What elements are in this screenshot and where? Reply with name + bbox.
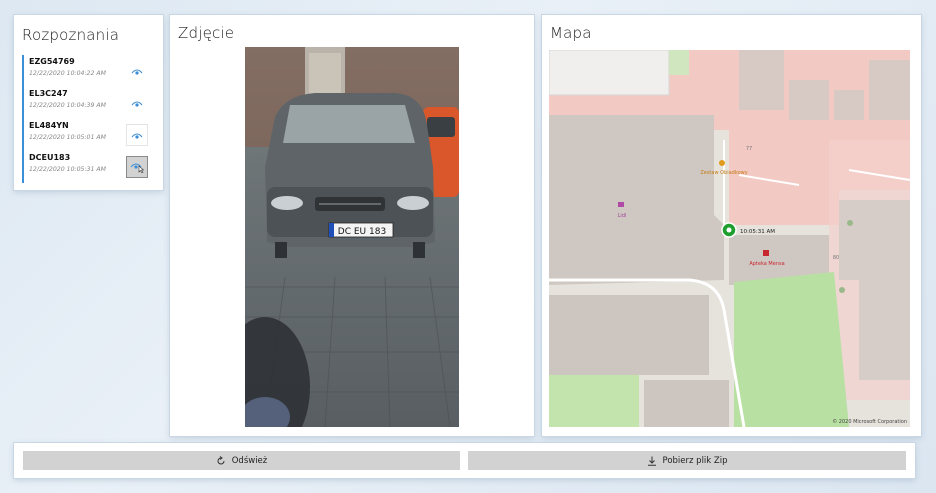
list-item[interactable]: EL484YN 12/22/2020 10:05:01 AM xyxy=(22,119,156,151)
download-zip-button[interactable]: Pobierz plik Zip xyxy=(468,451,906,470)
car-photo: DC EU 183 xyxy=(245,47,459,427)
eye-icon xyxy=(131,101,143,107)
download-label: Pobierz plik Zip xyxy=(662,455,728,466)
plate-number: EZG54769 xyxy=(29,57,75,66)
plate-number: EL484YN xyxy=(29,121,69,130)
map-view[interactable]: Zestaw Obiadkowy Lidl Apteka Mensa 77 80… xyxy=(549,50,910,427)
list-item[interactable]: DCEU183 12/22/2020 10:05:31 AM xyxy=(22,151,156,183)
refresh-label: Odśwież xyxy=(231,455,268,466)
view-button[interactable] xyxy=(126,92,148,114)
poi-label: Zestaw Obiadkowy xyxy=(700,170,747,176)
photo-panel: Zdjęcie DC EU 183 xyxy=(170,15,534,436)
plate-number: EL3C247 xyxy=(29,89,68,98)
download-icon xyxy=(647,456,656,466)
actions-bar: Odśwież Pobierz plik Zip xyxy=(14,443,915,478)
recognitions-panel: Rozpoznania EZG54769 12/22/2020 10:04:22… xyxy=(14,15,163,190)
list-item[interactable]: EZG54769 12/22/2020 10:04:22 AM xyxy=(22,55,156,87)
marker-time-label: 10:05:31 AM xyxy=(740,229,775,235)
refresh-icon xyxy=(217,455,225,464)
refresh-button[interactable]: Odśwież xyxy=(23,451,460,470)
location-marker xyxy=(721,222,737,238)
view-button[interactable] xyxy=(126,124,148,146)
plate-timestamp: 12/22/2020 10:05:31 AM xyxy=(29,166,106,173)
map-title: Mapa xyxy=(550,24,592,42)
plate-list: EZG54769 12/22/2020 10:04:22 AM EL3C247 … xyxy=(22,55,156,183)
recognitions-title: Rozpoznania xyxy=(22,26,120,44)
view-button[interactable] xyxy=(126,60,148,82)
plate-timestamp: 12/22/2020 10:04:39 AM xyxy=(29,102,106,109)
poi-label: Apteka Mensa xyxy=(749,261,784,267)
poi-label: 80 xyxy=(833,255,839,261)
eye-icon xyxy=(131,133,143,139)
eye-icon xyxy=(130,163,144,173)
eye-icon xyxy=(131,69,143,75)
plate-number: DCEU183 xyxy=(29,153,71,162)
poi-label: Lidl xyxy=(618,213,627,219)
list-item[interactable]: EL3C247 12/22/2020 10:04:39 AM xyxy=(22,87,156,119)
poi-label: 77 xyxy=(746,146,752,152)
view-button[interactable] xyxy=(126,156,148,178)
plate-timestamp: 12/22/2020 10:04:22 AM xyxy=(29,70,106,77)
map-copyright: © 2020 Microsoft Corporation xyxy=(832,418,907,425)
license-plate-text: DC EU 183 xyxy=(338,227,386,237)
map-panel: Mapa Zestaw Obiadkowy Lidl Apteka Mensa … xyxy=(542,15,921,436)
photo-title: Zdjęcie xyxy=(178,24,235,42)
plate-timestamp: 12/22/2020 10:05:01 AM xyxy=(29,134,106,141)
